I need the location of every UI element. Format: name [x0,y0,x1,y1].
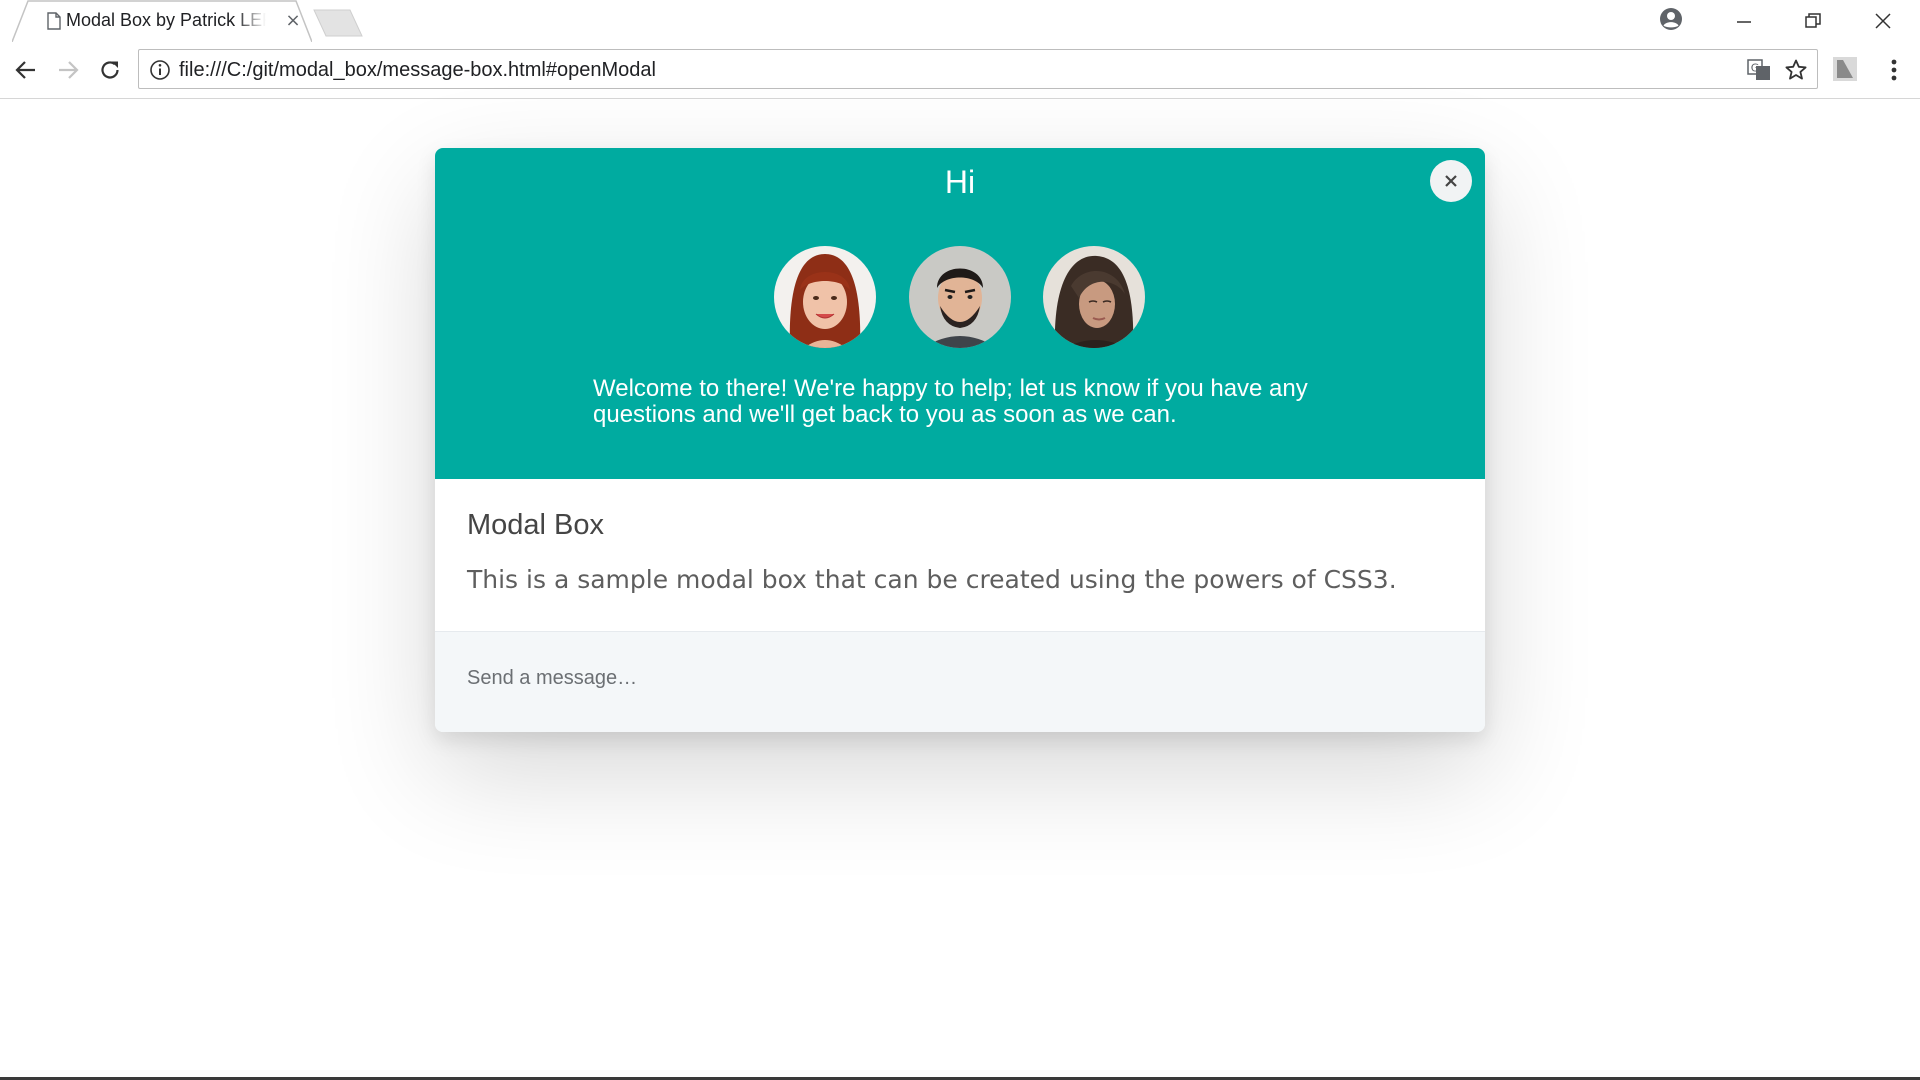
modal-body-title: Modal Box [467,509,605,541]
modal-footer [435,631,1485,732]
modal-heading: Hi [944,164,976,200]
avatar-woman-dark-hair [1043,246,1145,348]
modal-dialog: Hi Welcome to there! We're happy to help… [435,148,1485,732]
minimize-button[interactable] [1724,6,1764,36]
profile-icon[interactable] [1658,6,1684,32]
new-tab-button[interactable] [312,8,364,38]
browser-toolbar: file:///C:/git/modal_box/message-box.htm… [0,42,1920,99]
svg-text:G: G [1751,62,1760,75]
reload-button[interactable] [96,56,124,84]
document-icon [47,12,61,30]
close-window-icon [1875,13,1891,29]
forward-button[interactable] [54,56,82,84]
message-input[interactable] [455,656,1455,700]
address-bar[interactable]: file:///C:/git/modal_box/message-box.htm… [138,49,1818,89]
welcome-line-1: Welcome to there! We're happy to help; l… [593,375,1308,402]
modal-body: Modal Box This is a sample modal box tha… [435,479,1485,631]
welcome-line-2: questions and we'll get back to you as s… [593,401,1177,428]
forward-arrow-icon [59,61,79,79]
avatar-woman-dark-hair-icon [1043,246,1145,348]
back-arrow-icon [15,61,35,79]
avatar-woman-red-hair-icon [774,246,876,348]
avatar-woman-red-hair [774,246,876,348]
bookmark-star-icon[interactable] [1784,58,1808,82]
tab-strip: Modal Box by Patrick LEFEBVRE × [0,0,1920,42]
restore-icon [1805,13,1821,28]
tab-title: Modal Box by Patrick LEFEBVRE [66,10,266,30]
kebab-menu-icon[interactable] [1882,56,1906,84]
modal-header: Hi Welcome to there! We're happy to help… [435,148,1485,479]
browser-tab[interactable]: Modal Box by Patrick LEFEBVRE × [12,0,312,42]
avatar-man-beard-icon [909,246,1011,348]
url-text[interactable]: file:///C:/git/modal_box/message-box.htm… [179,58,656,82]
welcome-message: Welcome to there! We're happy to help; l… [593,376,1333,428]
modal-body-text: This is a sample modal box that can be c… [467,565,1397,594]
modal-close-button[interactable] [1430,160,1472,202]
close-window-button[interactable] [1863,6,1903,36]
info-icon[interactable] [149,59,171,81]
restore-button[interactable] [1793,6,1833,36]
tab-close-icon[interactable]: × [284,10,302,32]
extension-icon[interactable] [1832,56,1858,82]
translate-icon[interactable]: G [1747,59,1771,81]
minimize-icon [1737,21,1751,23]
close-icon [1445,175,1457,187]
back-button[interactable] [12,56,40,84]
reload-icon [101,61,119,79]
avatar-man-beard [909,246,1011,348]
